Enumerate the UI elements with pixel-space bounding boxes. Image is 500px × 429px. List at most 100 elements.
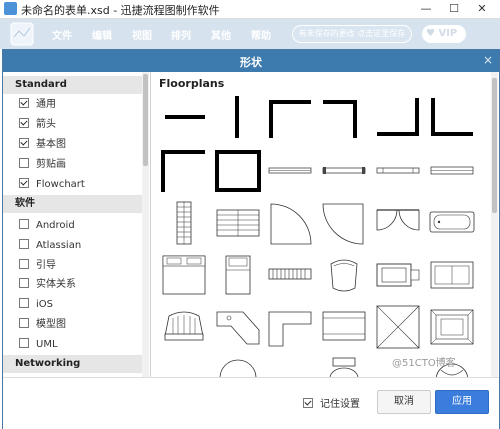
railing-shape[interactable] [427,148,477,194]
scrollbar-thumb[interactable] [143,74,148,166]
menu-other[interactable]: 其他 [211,27,231,42]
checkbox-item[interactable]: 引导 [19,258,56,274]
section-title: Floorplans [159,77,225,90]
checkbox-item[interactable]: Android [19,218,75,234]
checkbox[interactable] [19,318,29,328]
category-list: Standard 通用 箭头 基本图 剪贴画 Flowchart 软件 Andr… [3,72,151,377]
armchair-shape[interactable] [159,304,209,350]
bathtub-shape[interactable] [427,200,477,246]
checkbox-label: Android [36,220,75,231]
checkbox-item[interactable]: 模型图 [19,317,66,333]
pyramid-roof-shape[interactable] [373,304,423,350]
menu-view[interactable]: 视图 [132,27,152,42]
checkbox[interactable] [19,118,29,128]
checkbox-item[interactable]: 实体关系 [19,277,76,293]
checkbox-label: 实体关系 [36,279,76,290]
unsaved-changes-button[interactable]: 有未保存的更改 点击这里保存 [292,25,412,43]
wall-horizontal-shape[interactable] [159,94,209,140]
checkbox-item[interactable]: 基本图 [19,137,66,153]
checkbox-item[interactable]: 箭头 [19,117,56,133]
sofa-shape[interactable] [427,252,477,298]
round-table-shape[interactable] [213,356,263,377]
dialog-footer: 记住设置 取消 应用 [3,377,499,429]
stairs-shape[interactable] [159,200,209,246]
dialog-title: 形状 [240,56,262,69]
checkbox-item[interactable]: Flowchart [19,177,85,193]
room-shape[interactable] [159,148,209,194]
door-swing-shape-2[interactable] [319,200,369,246]
door-swing-shape[interactable] [265,200,315,246]
remember-label: 记住设置 [320,399,360,410]
checkbox[interactable] [19,138,29,148]
chair-shape[interactable] [319,252,369,298]
checkbox-item[interactable]: UML [19,337,58,353]
checkbox[interactable] [19,239,29,249]
gallery-scrollbar[interactable] [491,72,498,377]
checkbox[interactable] [19,259,29,269]
checkbox-label: UML [36,339,58,350]
desk-corner-shape[interactable] [213,304,263,350]
wall-corner-shape-2[interactable] [373,94,423,140]
checkbox-item[interactable]: Atlassian [19,238,81,254]
menu-bar: 文件 编辑 视图 排列 其他 帮助 有未保存的更改 点击这里保存 ♥ VIP [0,19,500,49]
checkbox[interactable] [19,98,29,108]
checkbox-label: iOS [36,299,53,310]
wall-vertical-shape[interactable] [213,94,263,140]
watermark: @51CTO博客 [392,358,456,369]
dialog-header: 形状 × [3,50,499,72]
menu-arrange[interactable]: 排列 [171,27,191,42]
checkbox[interactable] [19,219,29,229]
shapes-dialog: 形状 × Standard 通用 箭头 基本图 剪贴画 Flowchart 软件… [2,49,500,429]
checkbox-label: 引导 [36,260,56,271]
piano-shape[interactable] [427,304,477,350]
counter-shape[interactable] [373,148,423,194]
category-header-software: 软件 [3,195,142,213]
bed-single-shape[interactable] [213,252,263,298]
maximize-button[interactable]: ☐ [440,1,468,17]
bed-double-shape[interactable] [159,252,209,298]
l-shape-counter[interactable] [265,304,315,350]
menu-help[interactable]: 帮助 [251,27,271,42]
minimize-button[interactable]: — [412,1,440,17]
checkbox[interactable] [19,158,29,168]
sink-cabinet-shape[interactable] [373,252,423,298]
checkbox-label: Flowchart [36,179,85,190]
wall-corner-shape[interactable] [265,94,315,140]
remember-checkbox[interactable] [303,398,313,408]
category-header-networking: Networking [3,355,142,373]
checkbox[interactable] [19,298,29,308]
menu-edit[interactable]: 编辑 [92,27,112,42]
category-scrollbar[interactable] [142,72,149,377]
double-door-shape[interactable] [373,200,423,246]
checkbox-label: 模型图 [36,319,66,330]
window-title: 未命名的表单.xsd - 迅捷流程图制作软件 [21,4,220,17]
toilet-shape[interactable] [319,356,369,377]
checkbox-item[interactable]: 通用 [19,97,56,113]
wall-u-shape[interactable] [319,94,369,140]
dialog-close-icon[interactable]: × [483,53,493,67]
remember-settings[interactable]: 记住设置 [303,395,360,410]
menu-file[interactable]: 文件 [52,27,72,42]
table-shape[interactable] [319,304,369,350]
wall-l-shape[interactable] [427,94,477,140]
checkbox[interactable] [19,178,29,188]
checkbox-label: 剪贴画 [36,159,66,170]
door-frame-shape[interactable] [319,148,369,194]
checkbox[interactable] [19,278,29,288]
apply-button[interactable]: 应用 [435,390,489,414]
cancel-button[interactable]: 取消 [377,390,431,414]
window-shape[interactable] [265,148,315,194]
checkbox-item[interactable]: 剪贴画 [19,157,66,173]
room-box-shape[interactable] [213,148,263,194]
checkbox-label: 箭头 [36,119,56,130]
app-icon [4,2,17,15]
checkbox-label: 基本图 [36,139,66,150]
checkbox-item[interactable]: iOS [19,297,53,313]
checkbox[interactable] [19,338,29,348]
scrollbar-thumb[interactable] [492,78,497,213]
bookshelf-shape[interactable] [265,252,315,298]
close-window-button[interactable]: ✕ [468,1,496,17]
stairs-landing-shape[interactable] [213,200,263,246]
shape-gallery: Floorplans [151,72,499,377]
vip-button[interactable]: ♥ VIP [422,25,466,43]
